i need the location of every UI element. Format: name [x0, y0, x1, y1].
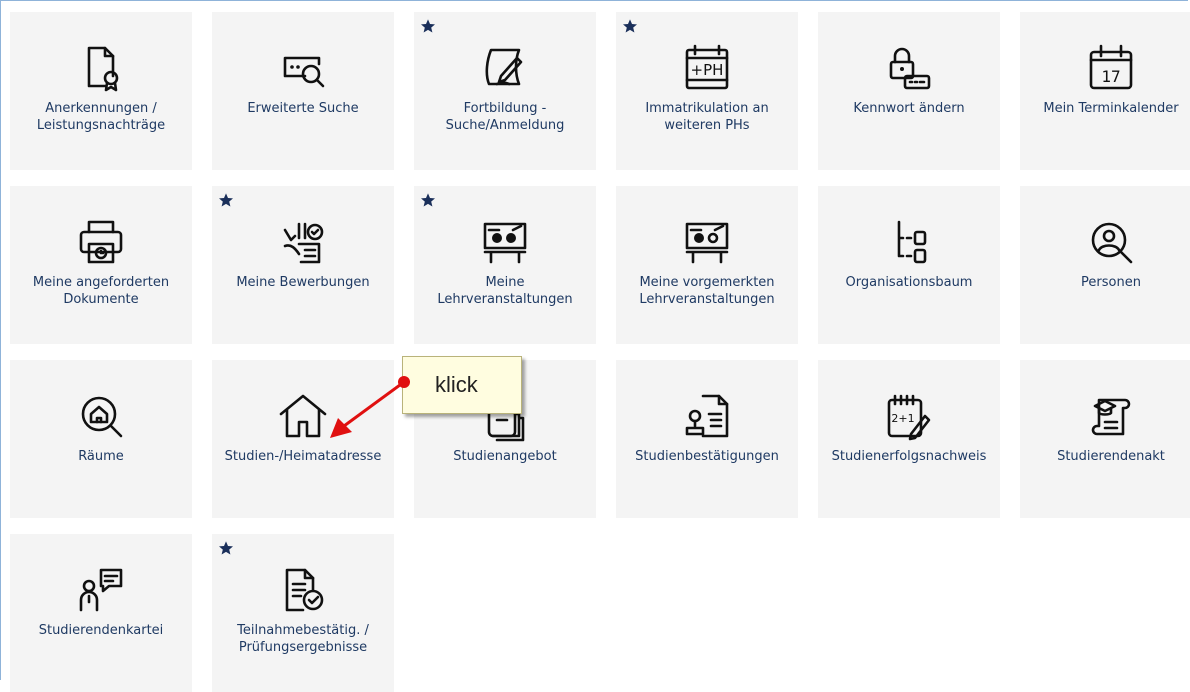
app-tile-label: Meine vorgemerkten Lehrveranstaltungen [639, 275, 775, 307]
app-tile-label: Immatrikulation an weiteren PHs [645, 101, 769, 133]
app-tile-label: Anerkennungen / Leistungsnachträge [36, 101, 166, 133]
app-tile-label: Personen [1081, 275, 1141, 290]
app-tile[interactable]: Meine Bewerbungen [212, 186, 394, 344]
app-tile-label: Teilnahmebestätig. / Prüfungsergebnisse [237, 623, 369, 655]
app-tile[interactable]: Fortbildung - Suche/Anmeldung [414, 12, 596, 170]
app-tile-grid: Anerkennungen / Leistungsnachträge Erweit… [10, 12, 1190, 692]
app-tile[interactable]: Studien-/Heimatadresse [212, 360, 394, 518]
app-tile[interactable]: Studierendenakt [1020, 360, 1190, 518]
ph-calendar-icon: +PH [681, 42, 733, 94]
graduation-scroll-icon [1085, 390, 1137, 442]
app-tile[interactable]: Anerkennungen / Leistungsnachträge [10, 12, 192, 170]
app-tile[interactable]: Räume [10, 360, 192, 518]
app-tile-label: Studienangebot [453, 449, 557, 464]
app-tile[interactable]: Meine vorgemerkten Lehrveranstaltungen [616, 186, 798, 344]
app-tile-label: Studien-/Heimatadresse [224, 449, 382, 464]
app-tile-label: Erweiterte Suche [247, 101, 359, 116]
app-tile[interactable]: Meine angeforderten Dokumente [10, 186, 192, 344]
printer-icon [75, 216, 127, 268]
app-tile-label: Studierendenkartei [38, 623, 164, 638]
app-tile-label: Organisationsbaum [845, 275, 973, 290]
app-tile-label: Meine Lehrveranstaltungen [437, 275, 573, 307]
app-tile[interactable]: Personen [1020, 186, 1190, 344]
house-icon [277, 390, 329, 442]
lock-password-icon [883, 42, 935, 94]
app-tile-label: Räume [78, 449, 124, 464]
svg-text:+PH: +PH [691, 61, 724, 79]
document-check-icon [277, 564, 329, 616]
app-tile-label: Studienbestätigungen [635, 449, 779, 464]
annotation-callout: klick [402, 356, 522, 414]
favorite-star-icon[interactable] [218, 540, 234, 556]
app-tile-label: Kennwort ändern [853, 101, 965, 116]
app-tile[interactable]: +PH Immatrikulation an weiteren PHs [616, 12, 798, 170]
app-tile[interactable]: Organisationsbaum [818, 186, 1000, 344]
confirmation-stamp-icon [681, 390, 733, 442]
certificate-icon [75, 42, 127, 94]
favorite-star-icon[interactable] [420, 192, 436, 208]
favorite-star-icon[interactable] [420, 18, 436, 34]
pen-paper-icon [479, 42, 531, 94]
person-speech-icon [75, 564, 127, 616]
app-tile[interactable]: Erweiterte Suche [212, 12, 394, 170]
app-tile-label: Fortbildung - Suche/Anmeldung [445, 101, 565, 133]
room-search-icon [75, 390, 127, 442]
advanced-search-icon [277, 42, 329, 94]
application-hand-icon [277, 216, 329, 268]
person-search-icon [1085, 216, 1137, 268]
app-tile-label: Meine angeforderten Dokumente [32, 275, 170, 307]
app-tile-label: Mein Terminkalender [1043, 101, 1179, 116]
app-tile[interactable]: 2+1 Studienerfolgsnachweis [818, 360, 1000, 518]
calendar-17-icon: 17 [1085, 42, 1137, 94]
favorite-star-icon[interactable] [622, 18, 638, 34]
app-tile[interactable]: Teilnahmebestätig. / Prüfungsergebnisse [212, 534, 394, 692]
app-tile[interactable]: Meine Lehrveranstaltungen [414, 186, 596, 344]
svg-text:2+1: 2+1 [891, 412, 914, 425]
app-tile-label: Studienerfolgsnachweis [831, 449, 987, 464]
app-tile[interactable]: Studienbestätigungen [616, 360, 798, 518]
lecture-board-marked-icon [681, 216, 733, 268]
favorite-star-icon[interactable] [218, 192, 234, 208]
svg-text:17: 17 [1101, 67, 1120, 86]
callout-text: klick [435, 372, 478, 397]
notepad-math-icon: 2+1 [883, 390, 935, 442]
app-tile-label: Studierendenakt [1057, 449, 1165, 464]
app-tile[interactable]: 17 Mein Terminkalender [1020, 12, 1190, 170]
org-tree-icon [883, 216, 935, 268]
app-tile-label: Meine Bewerbungen [236, 275, 370, 290]
lecture-board-icon [479, 216, 531, 268]
app-tile[interactable]: Studierendenkartei [10, 534, 192, 692]
app-tile[interactable]: Kennwort ändern [818, 12, 1000, 170]
